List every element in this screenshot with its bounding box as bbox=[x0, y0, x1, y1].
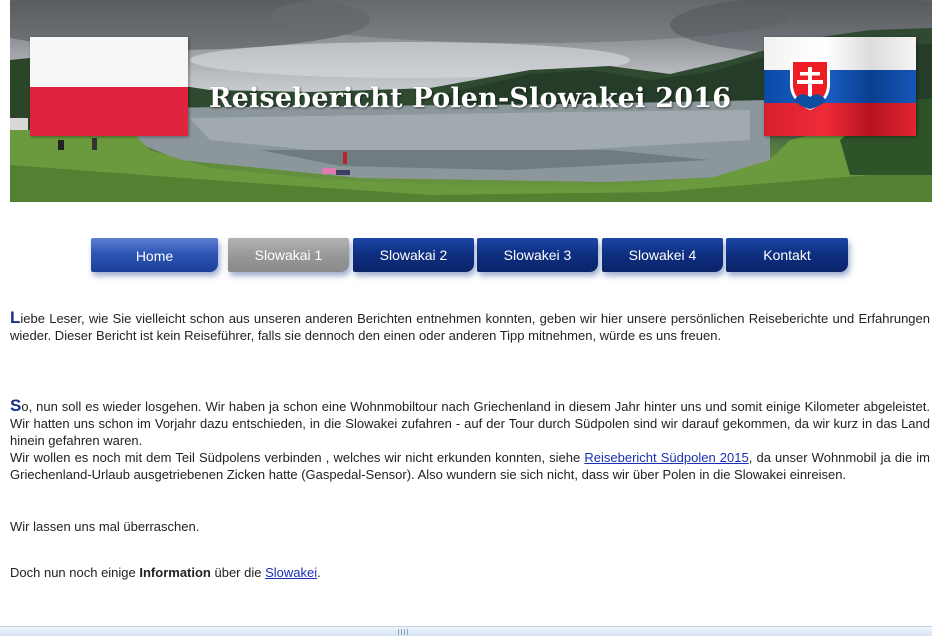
intro-paragraph: Liebe Leser, wie Sie vielleicht schon au… bbox=[10, 309, 930, 344]
nav-slowakei-3-button[interactable]: Slowakei 3 bbox=[477, 238, 598, 272]
info-text-3: . bbox=[317, 565, 321, 580]
horizontal-scrollbar[interactable] bbox=[0, 626, 932, 636]
polish-flag-icon bbox=[30, 37, 188, 136]
intro-text: iebe Leser, wie Sie vielleicht schon aus… bbox=[10, 311, 930, 343]
nav-home-button[interactable]: Home bbox=[91, 238, 218, 272]
scrollbar-grip-icon[interactable] bbox=[398, 629, 410, 635]
trip-paragraph: So, nun soll es wieder losgehen. Wir hab… bbox=[10, 397, 930, 483]
slovak-flag-icon bbox=[764, 37, 916, 136]
nav-kontakt-button[interactable]: Kontakt bbox=[726, 238, 848, 272]
surprise-paragraph: Wir lassen uns mal überraschen. bbox=[10, 519, 200, 534]
info-paragraph: Doch nun noch einige Information über di… bbox=[10, 564, 343, 581]
drop-cap: S bbox=[10, 396, 22, 415]
link-reisebericht-suedpolen-2015[interactable]: Reisebericht Südpolen 2015 bbox=[584, 450, 748, 465]
slovak-coat-of-arms-icon bbox=[790, 59, 830, 110]
nav-slowakei-4-button[interactable]: Slowakei 4 bbox=[602, 238, 723, 272]
trip-text-2: Wir wollen es noch mit dem Teil Südpolen… bbox=[10, 450, 585, 465]
nav-slowakai-1-button[interactable]: Slowakai 1 bbox=[228, 238, 349, 272]
nav-slowakai-2-button[interactable]: Slowakai 2 bbox=[353, 238, 474, 272]
page-title: Reisebericht Polen-Slowakei 2016 bbox=[209, 83, 732, 114]
header-banner: Reisebericht Polen-Slowakei 2016 bbox=[10, 0, 932, 202]
drop-cap: L bbox=[10, 308, 21, 327]
info-bold: Information bbox=[139, 565, 211, 580]
info-text-2: über die bbox=[210, 565, 266, 580]
link-slowakei[interactable]: Slowakei bbox=[265, 565, 317, 580]
trip-text: o, nun soll es wieder losgehen. Wir habe… bbox=[10, 399, 930, 448]
info-text: Doch nun noch einige bbox=[10, 565, 140, 580]
